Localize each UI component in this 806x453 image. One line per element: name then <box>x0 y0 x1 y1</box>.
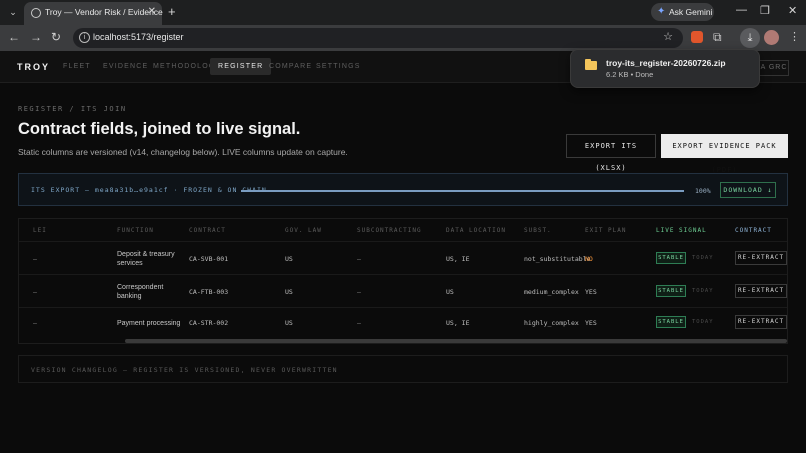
col-header-exit-plan: EXIT PLAN <box>585 227 627 234</box>
restore-icon[interactable]: ❐ <box>760 4 770 17</box>
cell-function: Payment processing <box>117 320 181 327</box>
globe-icon <box>31 8 41 18</box>
cell-data-location: US <box>446 288 454 296</box>
close-window-icon[interactable]: ✕ <box>788 4 797 17</box>
table-row: — Deposit & treasury services CA-SVB-001… <box>19 241 787 274</box>
horizontal-scrollbar[interactable] <box>125 339 787 343</box>
ask-gemini-label: Ask Gemini <box>669 7 713 17</box>
export-its-button[interactable]: EXPORT ITS (XLSX) <box>566 134 656 172</box>
cell-contract: CA-FTB-003 <box>189 288 229 296</box>
table-row: — Payment processing CA-STR-002 US — US,… <box>19 307 787 338</box>
export-percent: 100% <box>695 187 711 195</box>
re-extract-button[interactable]: RE-EXTRACT <box>735 251 787 265</box>
col-header-subst: SUBST. <box>524 227 552 234</box>
cell-contract: CA-STR-002 <box>189 319 229 327</box>
col-header-function: FUNCTION <box>117 227 154 234</box>
cell-exit-plan: YES <box>585 319 597 327</box>
cell-lei: — <box>33 255 37 263</box>
logo[interactable]: TROY <box>17 62 50 72</box>
browser-menu-icon[interactable]: ⋮ <box>789 30 800 43</box>
col-header-contract: CONTRACT <box>189 227 226 234</box>
nav-register[interactable]: REGISTER <box>210 58 272 75</box>
extension-icon[interactable] <box>691 31 703 43</box>
export-progress-fill <box>241 190 684 192</box>
cell-function: Deposit & treasury services <box>117 251 175 267</box>
cell-subst: highly_complex <box>524 319 579 327</box>
nav-settings[interactable]: SETTINGS <box>316 63 361 70</box>
cell-exit-plan: YES <box>585 288 597 296</box>
col-header-gov-law: GOV. LAW <box>285 227 322 234</box>
cell-gov-law: US <box>285 288 293 296</box>
minimize-icon[interactable]: — <box>736 4 747 16</box>
cell-subst: not_substitutable <box>524 255 591 263</box>
nav-evidence[interactable]: EVIDENCE <box>103 63 148 70</box>
cell-lei: — <box>33 319 37 327</box>
col-header-data-location: DATA LOCATION <box>446 227 506 234</box>
url-text: localhost:5173/register <box>93 32 184 42</box>
cell-gov-law: US <box>285 255 293 263</box>
back-icon[interactable]: ← <box>8 30 20 44</box>
re-extract-button[interactable]: RE-EXTRACT <box>735 315 787 329</box>
cell-contract: CA-SVB-001 <box>189 255 229 263</box>
cell-lei: — <box>33 288 37 296</box>
profile-avatar[interactable] <box>764 30 779 45</box>
forward-icon[interactable]: → <box>30 30 42 44</box>
cell-subcontracting: — <box>357 255 361 263</box>
download-popup[interactable]: troy-its_register-20260726.zip 6.2 KB • … <box>570 49 760 88</box>
browser-toolbar: ← → ↻ i localhost:5173/register ☆ <box>0 25 806 51</box>
col-header-lei: LEI <box>33 227 47 234</box>
export-evidence-pack-button[interactable]: EXPORT EVIDENCE PACK (PDF) <box>661 134 788 174</box>
table-row: — Correspondent banking CA-FTB-003 US — … <box>19 274 787 307</box>
col-header-live-signal: LIVE SIGNAL <box>656 227 707 234</box>
cell-data-location: US, IE <box>446 319 470 327</box>
bookmark-star-icon[interactable]: ☆ <box>663 30 673 43</box>
reload-icon[interactable]: ↻ <box>51 30 61 44</box>
signal-time: TODAY <box>692 319 714 325</box>
col-header-contract-action: CONTRACT <box>735 227 772 234</box>
status-badge: STABLE <box>656 316 686 328</box>
export-status-bar: ITS EXPORT — mea8a31b…e9a1cf · FROZEN & … <box>18 173 788 206</box>
signal-time: TODAY <box>692 288 714 294</box>
browser-tab[interactable]: Troy — Vendor Risk / Evidence ✕ <box>24 2 163 25</box>
cell-data-location: US, IE <box>446 255 470 263</box>
nav-compare[interactable]: COMPARE <box>269 63 312 70</box>
address-bar[interactable]: i localhost:5173/register ☆ <box>73 28 683 48</box>
cell-subcontracting: — <box>357 319 361 327</box>
page-subtitle: Static columns are versioned (v14, chang… <box>18 147 348 157</box>
folder-icon <box>585 59 597 70</box>
cell-subst: medium_complex <box>524 288 579 296</box>
ask-gemini-button[interactable]: ✦ Ask Gemini <box>651 3 714 21</box>
changelog-label: VERSION CHANGELOG — REGISTER IS VERSIONE… <box>31 366 338 374</box>
breadcrumb: REGISTER / ITS JOIN <box>18 105 127 113</box>
nav-fleet[interactable]: FLEET <box>63 63 91 70</box>
download-meta: 6.2 KB • Done <box>606 70 654 79</box>
export-progress-track <box>241 190 684 192</box>
status-badge: STABLE <box>656 252 686 264</box>
cell-subcontracting: — <box>357 288 361 296</box>
extensions-puzzle-icon[interactable]: ⧉ <box>713 30 722 45</box>
tab-title: Troy — Vendor Risk / Evidence <box>45 7 163 17</box>
download-export-button[interactable]: DOWNLOAD ↓ <box>720 182 776 198</box>
register-table: LEI FUNCTION CONTRACT GOV. LAW SUBCONTRA… <box>18 218 788 344</box>
page-title: Contract fields, joined to live signal. <box>18 120 301 138</box>
re-extract-button[interactable]: RE-EXTRACT <box>735 284 787 298</box>
cell-exit-plan: NO <box>585 255 593 263</box>
cell-gov-law: US <box>285 319 293 327</box>
version-changelog[interactable]: VERSION CHANGELOG — REGISTER IS VERSIONE… <box>18 355 788 383</box>
col-header-subcontracting: SUBCONTRACTING <box>357 227 422 234</box>
gemini-icon: ✦ <box>657 6 666 17</box>
download-filename[interactable]: troy-its_register-20260726.zip <box>606 58 726 68</box>
close-tab-icon[interactable]: ✕ <box>148 6 156 17</box>
downloads-icon[interactable]: ⤓ <box>740 28 760 48</box>
site-info-icon[interactable]: i <box>79 32 90 43</box>
tab-search-icon[interactable]: ⌄ <box>6 5 20 19</box>
new-tab-icon[interactable]: + <box>168 4 176 19</box>
status-badge: STABLE <box>656 285 686 297</box>
export-label: ITS EXPORT — mea8a31b…e9a1cf · FROZEN & … <box>31 186 267 194</box>
signal-time: TODAY <box>692 255 714 261</box>
cell-function: Correspondent banking <box>117 284 164 300</box>
browser-tab-bar: ⌄ Troy — Vendor Risk / Evidence ✕ + ✦ As… <box>0 0 806 25</box>
